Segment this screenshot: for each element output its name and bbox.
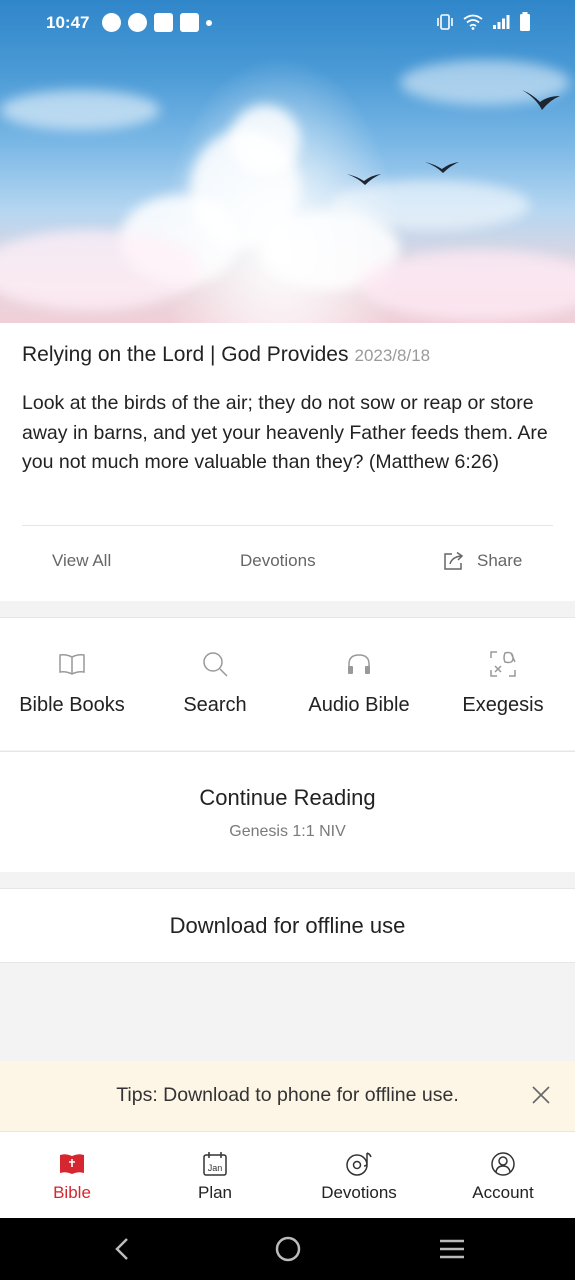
mail-icon — [154, 13, 173, 32]
quick-link-bible-books[interactable]: Bible Books — [0, 648, 144, 717]
tips-text: Tips: Download to phone for offline use. — [116, 1084, 459, 1106]
quick-link-search[interactable]: Search — [143, 648, 287, 717]
book-icon — [59, 654, 85, 675]
signal-icon — [493, 15, 510, 29]
devotions-button[interactable]: Devotions — [240, 551, 316, 571]
tab-devotions[interactable]: Devotions — [287, 1150, 431, 1203]
calendar-icon: Jan — [203, 1152, 227, 1176]
bird-icon — [425, 162, 459, 173]
quick-links: Bible Books Search Audio Bible Exegesis — [0, 617, 575, 750]
quick-link-label: Search — [183, 694, 247, 716]
devotion-date: 2023/8/18 — [354, 346, 431, 365]
continue-reading[interactable]: Continue Reading Genesis 1:1 NIV — [0, 751, 575, 872]
quick-link-label: Bible Books — [19, 694, 125, 716]
download-label: Download for offline use — [169, 913, 406, 938]
divider — [22, 525, 553, 526]
message-icon — [102, 13, 121, 32]
download-offline-button[interactable]: Download for offline use — [0, 888, 575, 963]
continue-reading-title: Continue Reading — [199, 785, 376, 810]
devotions-label: Devotions — [240, 551, 316, 570]
tab-bible[interactable]: Bible — [0, 1150, 144, 1203]
share-button[interactable]: Share — [443, 551, 522, 571]
exegesis-icon — [490, 651, 516, 677]
tab-label: Bible — [53, 1183, 91, 1202]
close-icon[interactable] — [531, 1085, 551, 1105]
mail-icon — [180, 13, 199, 32]
account-icon — [491, 1152, 515, 1176]
tab-label: Account — [472, 1183, 534, 1202]
tab-label: Plan — [197, 1183, 233, 1202]
view-all-label: View All — [52, 551, 112, 570]
system-icons — [436, 12, 531, 32]
continue-reading-reference: Genesis 1:1 NIV — [229, 823, 346, 840]
system-navigation-bar — [0, 1218, 575, 1280]
view-all-button[interactable]: View All — [52, 551, 111, 571]
bird-icon — [522, 90, 560, 110]
wifi-icon — [463, 14, 483, 30]
recents-icon[interactable] — [438, 1235, 466, 1263]
header-image: 10:47 — [0, 0, 575, 323]
back-icon[interactable] — [112, 1235, 132, 1263]
bird-icon — [347, 174, 381, 185]
share-icon — [444, 551, 464, 570]
check-circle-icon — [128, 13, 147, 32]
quick-link-label: Exegesis — [462, 694, 544, 716]
search-icon — [203, 652, 228, 677]
bottom-tab-bar: Bible Jan Plan Devotions Account — [0, 1131, 575, 1218]
devotion-verse: Look at the birds of the air; they do no… — [22, 392, 548, 473]
quick-link-audio-bible[interactable]: Audio Bible — [287, 648, 431, 717]
battery-icon — [520, 12, 530, 31]
music-disc-icon — [346, 1152, 372, 1176]
vibrate-icon — [437, 14, 453, 30]
devotion-title: Relying on the Lord | God Provides — [22, 343, 349, 366]
bible-icon — [60, 1154, 84, 1174]
devotion-card: Relying on the Lord | God Provides 2023/8… — [0, 323, 575, 601]
tab-label: Devotions — [321, 1183, 397, 1202]
quick-link-label: Audio Bible — [308, 694, 410, 716]
notification-icons — [102, 13, 212, 32]
tab-account[interactable]: Account — [431, 1150, 575, 1203]
dot-icon — [206, 19, 212, 26]
status-bar: 10:47 — [0, 0, 575, 46]
tips-banner: Tips: Download to phone for offline use. — [0, 1061, 575, 1131]
devotion-actions: View All Devotions Share — [0, 543, 575, 579]
tab-plan[interactable]: Jan Plan — [143, 1150, 287, 1203]
devotion-title-row[interactable]: Relying on the Lord | God Provides 2023/8… — [22, 343, 430, 367]
share-label: Share — [477, 551, 523, 570]
home-icon[interactable] — [274, 1235, 302, 1263]
calendar-icon-text: Jan — [208, 1163, 223, 1173]
status-time: 10:47 — [46, 13, 90, 32]
quick-link-exegesis[interactable]: Exegesis — [431, 648, 575, 717]
headphones-icon — [348, 654, 370, 674]
